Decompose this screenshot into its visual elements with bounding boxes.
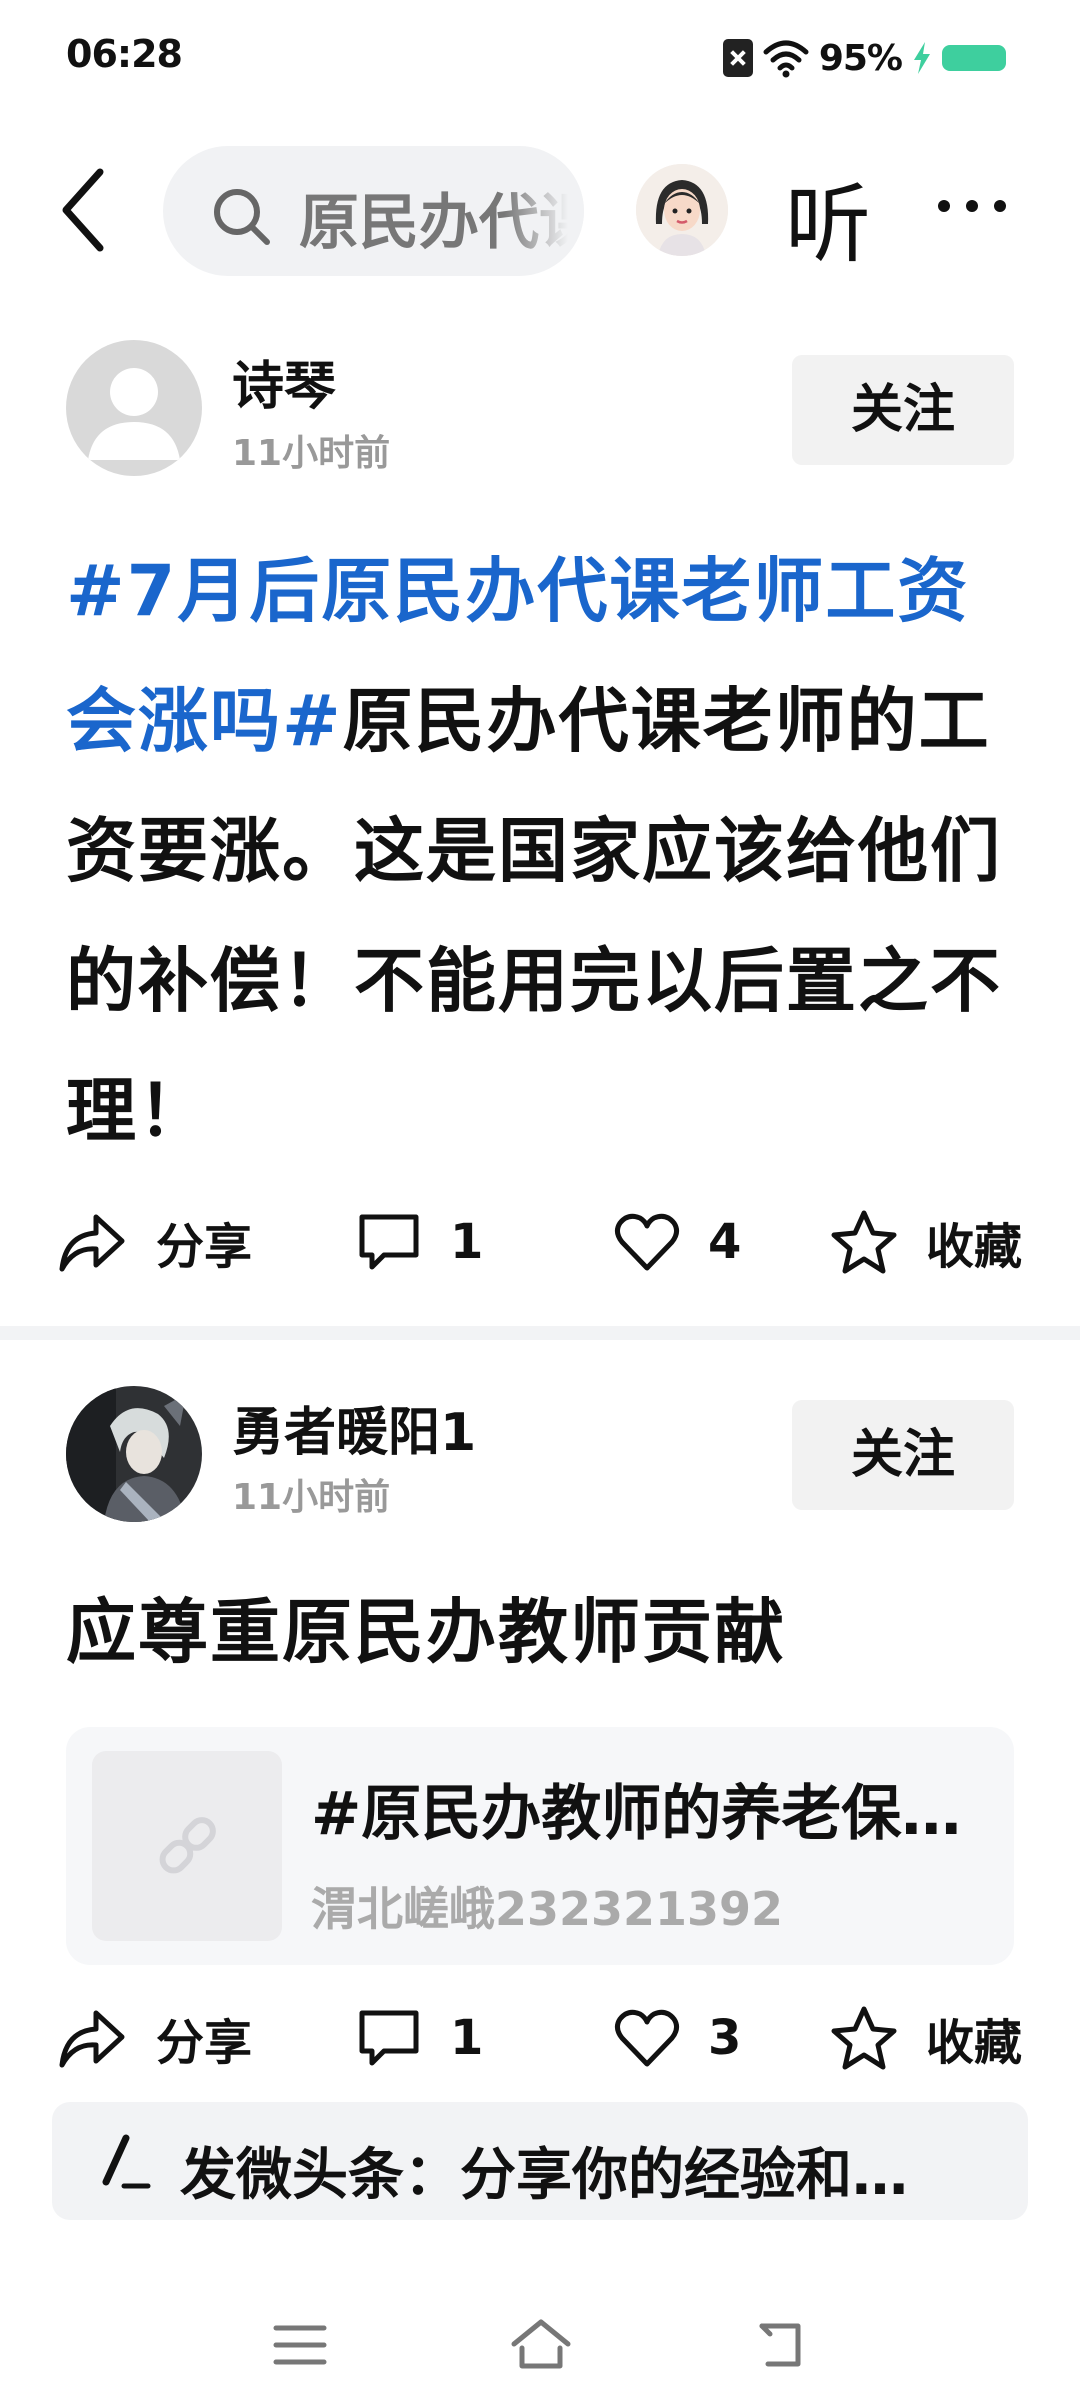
like-count: 3: [708, 2010, 742, 2066]
share-label: 分享: [156, 1219, 253, 1275]
avatar-icon[interactable]: [636, 164, 728, 256]
status-icons: 95%: [722, 36, 1006, 80]
compose-placeholder: 发微头条：分享你的经验和…: [180, 2143, 908, 2208]
search-icon: [214, 189, 270, 245]
like-button[interactable]: 3: [614, 1998, 741, 2078]
charging-icon: [914, 42, 930, 74]
battery-percent: 95%: [818, 37, 903, 79]
menu-icon[interactable]: [272, 2322, 328, 2368]
avatar-placeholder[interactable]: [66, 340, 202, 476]
home-icon[interactable]: [510, 2318, 572, 2370]
avatar[interactable]: [66, 1386, 202, 1522]
comment-icon: [359, 2010, 419, 2066]
favorite-button[interactable]: 收藏: [830, 1998, 1022, 2078]
post-time: 11小时前: [232, 1477, 391, 1518]
more-icon[interactable]: [938, 186, 1018, 226]
post-time: 11小时前: [232, 433, 391, 474]
favorite-button[interactable]: 收藏: [830, 1202, 1022, 1282]
star-icon: [831, 1210, 897, 1274]
share-label: 分享: [156, 2015, 253, 2071]
share-icon: [59, 1214, 125, 1272]
link-card[interactable]: #原民办教师的养老保险问题 渭北嵯峨232321392: [66, 1727, 1014, 1965]
post-author[interactable]: 诗琴: [232, 344, 336, 419]
heart-icon: [614, 2009, 680, 2067]
back-nav-icon[interactable]: [754, 2320, 806, 2370]
link-title: #原民办教师的养老保险问题: [311, 1779, 991, 1849]
follow-button[interactable]: 关注: [792, 355, 1014, 465]
comment-icon: [359, 1214, 419, 1270]
post-text[interactable]: 应尊重原民办教师贡献: [66, 1574, 1026, 1690]
status-time: 06:28: [66, 32, 183, 76]
top-nav: 原民办代课老师 听: [0, 138, 1080, 278]
heart-icon: [614, 1213, 680, 1271]
post-actions: 分享 1 4 收藏: [0, 1202, 1080, 1282]
system-nav-bar: [0, 2300, 1080, 2400]
listen-button[interactable]: 听: [785, 154, 871, 279]
comment-count: 1: [450, 2010, 484, 2066]
comment-button[interactable]: 1: [356, 1202, 483, 1282]
follow-button[interactable]: 关注: [792, 1400, 1014, 1510]
share-button[interactable]: 分享: [56, 1202, 252, 1282]
compose-bar[interactable]: 发微头条：分享你的经验和…: [52, 2102, 1028, 2220]
comment-count: 1: [450, 1214, 484, 1270]
star-icon: [831, 2006, 897, 2070]
share-icon: [59, 2010, 125, 2068]
link-thumbnail: [92, 1751, 282, 1941]
share-button[interactable]: 分享: [56, 1998, 252, 2078]
post-text[interactable]: #7月后原民办代课老师工资会涨吗#原民办代课老师的工资要涨。这是国家应该给他们的…: [66, 526, 1026, 1176]
favorite-label: 收藏: [926, 2015, 1023, 2071]
post-actions: 分享 1 3 收藏: [0, 1998, 1080, 2078]
back-icon[interactable]: [52, 162, 122, 258]
sim-off-icon: [722, 39, 753, 77]
link-source: 渭北嵯峨232321392: [311, 1882, 784, 1936]
status-bar: 06:28 95%: [0, 0, 1080, 116]
search-box[interactable]: 原民办代课老师: [163, 146, 584, 276]
post-author[interactable]: 勇者暖阳1: [232, 1390, 476, 1465]
battery-icon: [942, 45, 1006, 71]
like-count: 4: [708, 1214, 742, 1270]
like-button[interactable]: 4: [614, 1202, 741, 1282]
wifi-icon: [763, 40, 809, 78]
comment-button[interactable]: 1: [356, 1998, 483, 2078]
pen-icon: [102, 2134, 151, 2189]
favorite-label: 收藏: [926, 1219, 1023, 1275]
post-divider: [0, 1326, 1080, 1340]
link-icon: [159, 1817, 216, 1874]
